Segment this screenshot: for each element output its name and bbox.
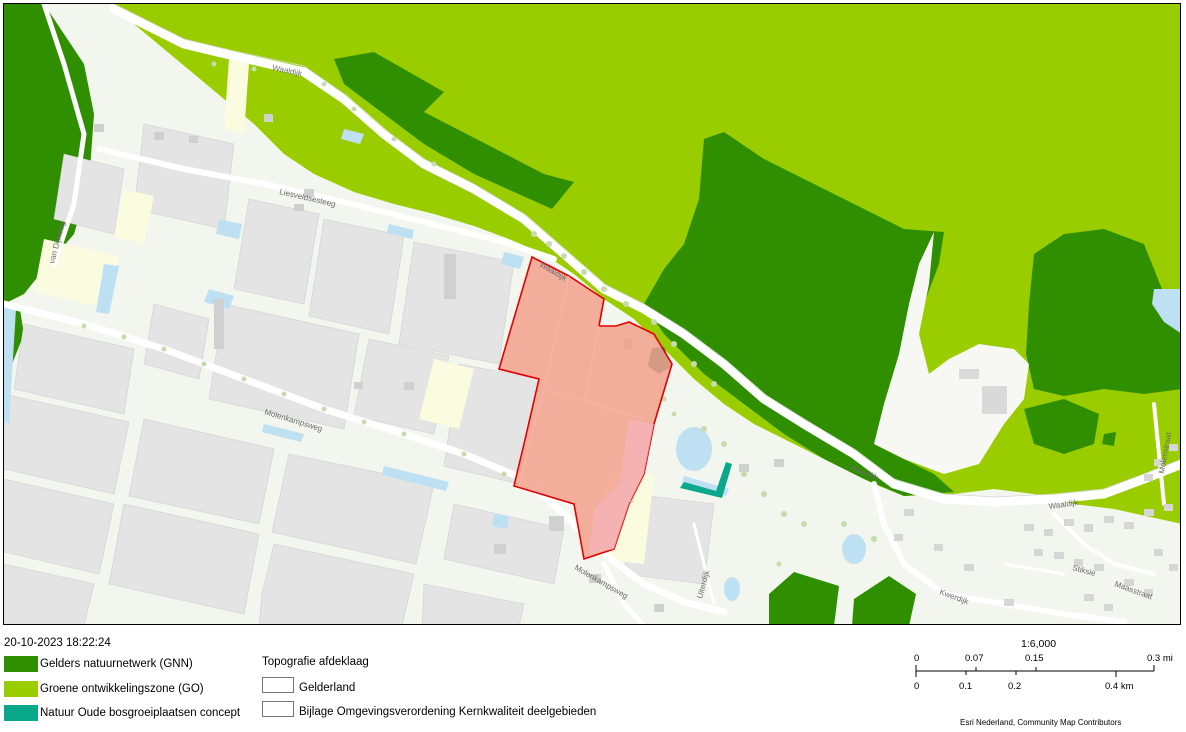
building-harbour — [982, 386, 1007, 414]
scale-km-3: 0.4 km — [1105, 681, 1134, 692]
scale-ratio: 1:6,000 — [1021, 638, 1057, 650]
legend-swatch-gelderland — [262, 677, 294, 693]
legend-swatch-kernkwaliteit — [262, 701, 294, 717]
gnn-area-9 — [1102, 432, 1116, 446]
pond-3 — [724, 577, 740, 601]
legend-swatch-oude-bos — [4, 705, 38, 721]
legend-swatch-gnn — [4, 656, 38, 672]
legend-label-oude-bos: Natuur Oude bosgroeiplaatsen concept — [40, 707, 241, 719]
scale-mi-1: 0.07 — [965, 653, 984, 664]
pond-2 — [842, 534, 866, 564]
legend-label-gelderland: Gelderland — [299, 682, 356, 694]
pond-1 — [676, 427, 712, 471]
legend-swatch-go — [4, 681, 38, 697]
scale-mi-3: 0.3 mi — [1147, 653, 1173, 664]
scale-km-1: 0.1 — [959, 681, 973, 692]
legend-label-go: Groene ontwikkelingszone (GO) — [40, 683, 204, 695]
building-harbour-2 — [959, 369, 979, 379]
attribution: Esri Nederland, Community Map Contributo… — [960, 718, 1122, 727]
legend-topo-title: Topografie afdeklaag — [262, 656, 369, 668]
scale-km-0: 0 — [914, 681, 920, 692]
timestamp: 20-10-2023 18:22:24 — [4, 637, 111, 649]
scale-mi-0: 0 — [914, 653, 920, 664]
legend-label-kernkwaliteit: Bijlage Omgevingsverordening Kernkwalite… — [299, 706, 597, 718]
map-view[interactable]: Waaldijk Liesveldsesteeg Waaldijk Molenk… — [3, 3, 1181, 625]
scale-km-2: 0.2 — [1008, 681, 1022, 692]
scale-bar-graphic — [915, 665, 1155, 677]
legend-label-gnn: Gelders natuurnetwerk (GNN) — [40, 658, 193, 670]
map-canvas[interactable]: Waaldijk Liesveldsesteeg Waaldijk Molenk… — [4, 4, 1181, 625]
scale-mi-2: 0.15 — [1025, 653, 1044, 664]
